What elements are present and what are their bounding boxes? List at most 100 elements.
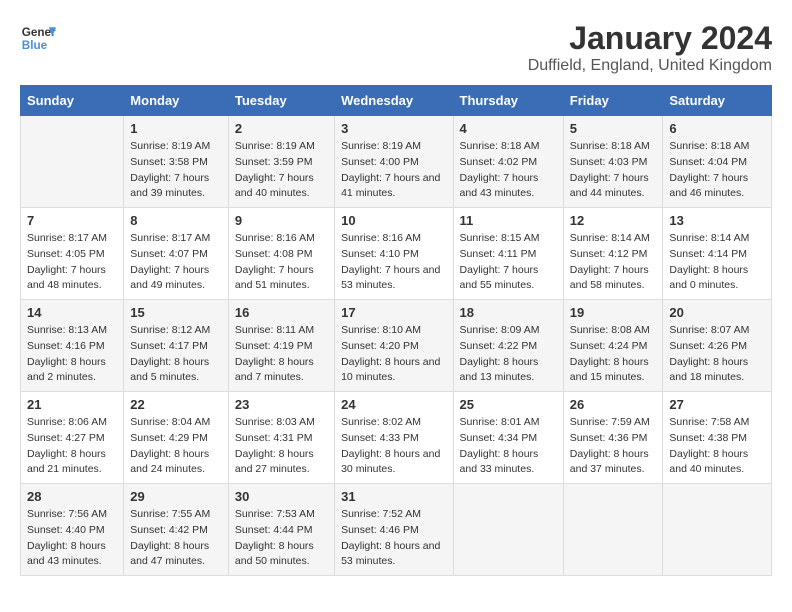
- calendar-cell: 7 Sunrise: 8:17 AMSunset: 4:05 PMDaylight…: [21, 208, 124, 300]
- calendar-cell: 20 Sunrise: 8:07 AMSunset: 4:26 PMDayligh…: [663, 300, 772, 392]
- page-header: General Blue January 2024 Duffield, Engl…: [20, 20, 772, 75]
- weekday-header-sunday: Sunday: [21, 86, 124, 116]
- day-info: Sunrise: 8:18 AMSunset: 4:04 PMDaylight:…: [669, 139, 765, 202]
- day-info: Sunrise: 8:17 AMSunset: 4:07 PMDaylight:…: [130, 231, 222, 294]
- day-number: 26: [570, 397, 657, 412]
- day-info: Sunrise: 8:16 AMSunset: 4:08 PMDaylight:…: [235, 231, 328, 294]
- day-info: Sunrise: 8:18 AMSunset: 4:03 PMDaylight:…: [570, 139, 657, 202]
- day-info: Sunrise: 8:14 AMSunset: 4:12 PMDaylight:…: [570, 231, 657, 294]
- calendar-cell: 10 Sunrise: 8:16 AMSunset: 4:10 PMDayligh…: [335, 208, 453, 300]
- day-number: 7: [27, 213, 117, 228]
- day-number: 10: [341, 213, 446, 228]
- calendar-cell: 5 Sunrise: 8:18 AMSunset: 4:03 PMDaylight…: [563, 116, 663, 208]
- day-info: Sunrise: 8:01 AMSunset: 4:34 PMDaylight:…: [460, 415, 557, 478]
- day-number: 9: [235, 213, 328, 228]
- day-info: Sunrise: 8:03 AMSunset: 4:31 PMDaylight:…: [235, 415, 328, 478]
- day-info: Sunrise: 8:02 AMSunset: 4:33 PMDaylight:…: [341, 415, 446, 478]
- calendar-cell: 31 Sunrise: 7:52 AMSunset: 4:46 PMDayligh…: [335, 484, 453, 576]
- day-number: 16: [235, 305, 328, 320]
- calendar-week-row: 28Sunrise: 7:56 AMSunset: 4:40 PMDayligh…: [21, 484, 772, 576]
- day-info: Sunrise: 8:17 AMSunset: 4:05 PMDaylight:…: [27, 231, 117, 294]
- calendar-cell: 8Sunrise: 8:17 AMSunset: 4:07 PMDaylight…: [124, 208, 229, 300]
- logo-icon: General Blue: [20, 20, 56, 56]
- logo: General Blue: [20, 20, 56, 56]
- day-number: 5: [570, 121, 657, 136]
- calendar-cell: 13Sunrise: 8:14 AMSunset: 4:14 PMDayligh…: [663, 208, 772, 300]
- weekday-header-thursday: Thursday: [453, 86, 563, 116]
- calendar-cell: 1Sunrise: 8:19 AMSunset: 3:58 PMDaylight…: [124, 116, 229, 208]
- day-info: Sunrise: 8:19 AMSunset: 3:59 PMDaylight:…: [235, 139, 328, 202]
- calendar-week-row: 7 Sunrise: 8:17 AMSunset: 4:05 PMDaylight…: [21, 208, 772, 300]
- svg-text:Blue: Blue: [22, 39, 48, 52]
- day-number: 2: [235, 121, 328, 136]
- calendar-cell: 24 Sunrise: 8:02 AMSunset: 4:33 PMDayligh…: [335, 392, 453, 484]
- weekday-header-wednesday: Wednesday: [335, 86, 453, 116]
- calendar-cell: 2 Sunrise: 8:19 AMSunset: 3:59 PMDaylight…: [228, 116, 334, 208]
- day-number: 28: [27, 489, 117, 504]
- day-number: 21: [27, 397, 117, 412]
- calendar-cell: 21Sunrise: 8:06 AMSunset: 4:27 PMDayligh…: [21, 392, 124, 484]
- day-number: 30: [235, 489, 328, 504]
- day-number: 13: [669, 213, 765, 228]
- day-info: Sunrise: 8:11 AMSunset: 4:19 PMDaylight:…: [235, 323, 328, 386]
- day-info: Sunrise: 8:12 AMSunset: 4:17 PMDaylight:…: [130, 323, 222, 386]
- day-info: Sunrise: 8:19 AMSunset: 4:00 PMDaylight:…: [341, 139, 446, 202]
- day-number: 6: [669, 121, 765, 136]
- calendar-cell: [563, 484, 663, 576]
- day-info: Sunrise: 8:13 AMSunset: 4:16 PMDaylight:…: [27, 323, 117, 386]
- calendar-cell: 18 Sunrise: 8:09 AMSunset: 4:22 PMDayligh…: [453, 300, 563, 392]
- day-number: 4: [460, 121, 557, 136]
- day-info: Sunrise: 7:52 AMSunset: 4:46 PMDaylight:…: [341, 507, 446, 570]
- day-number: 31: [341, 489, 446, 504]
- day-info: Sunrise: 8:09 AMSunset: 4:22 PMDaylight:…: [460, 323, 557, 386]
- location: Duffield, England, United Kingdom: [528, 57, 772, 75]
- calendar-cell: 17 Sunrise: 8:10 AMSunset: 4:20 PMDayligh…: [335, 300, 453, 392]
- day-info: Sunrise: 8:18 AMSunset: 4:02 PMDaylight:…: [460, 139, 557, 202]
- calendar-week-row: 1Sunrise: 8:19 AMSunset: 3:58 PMDaylight…: [21, 116, 772, 208]
- weekday-header-saturday: Saturday: [663, 86, 772, 116]
- day-number: 11: [460, 213, 557, 228]
- day-info: Sunrise: 8:16 AMSunset: 4:10 PMDaylight:…: [341, 231, 446, 294]
- calendar-cell: 26 Sunrise: 7:59 AMSunset: 4:36 PMDayligh…: [563, 392, 663, 484]
- month-title: January 2024: [528, 20, 772, 57]
- day-info: Sunrise: 8:15 AMSunset: 4:11 PMDaylight:…: [460, 231, 557, 294]
- day-number: 20: [669, 305, 765, 320]
- day-info: Sunrise: 8:08 AMSunset: 4:24 PMDaylight:…: [570, 323, 657, 386]
- calendar-cell: [663, 484, 772, 576]
- day-number: 17: [341, 305, 446, 320]
- calendar-cell: 6 Sunrise: 8:18 AMSunset: 4:04 PMDaylight…: [663, 116, 772, 208]
- calendar-table: SundayMondayTuesdayWednesdayThursdayFrid…: [20, 85, 772, 576]
- day-number: 15: [130, 305, 222, 320]
- calendar-cell: 19 Sunrise: 8:08 AMSunset: 4:24 PMDayligh…: [563, 300, 663, 392]
- day-number: 29: [130, 489, 222, 504]
- day-number: 24: [341, 397, 446, 412]
- calendar-cell: 28Sunrise: 7:56 AMSunset: 4:40 PMDayligh…: [21, 484, 124, 576]
- day-info: Sunrise: 8:07 AMSunset: 4:26 PMDaylight:…: [669, 323, 765, 386]
- calendar-cell: 11 Sunrise: 8:15 AMSunset: 4:11 PMDayligh…: [453, 208, 563, 300]
- calendar-cell: 22 Sunrise: 8:04 AMSunset: 4:29 PMDayligh…: [124, 392, 229, 484]
- calendar-cell: 23 Sunrise: 8:03 AMSunset: 4:31 PMDayligh…: [228, 392, 334, 484]
- day-info: Sunrise: 8:19 AMSunset: 3:58 PMDaylight:…: [130, 139, 222, 202]
- calendar-cell: 16 Sunrise: 8:11 AMSunset: 4:19 PMDayligh…: [228, 300, 334, 392]
- weekday-header-friday: Friday: [563, 86, 663, 116]
- calendar-week-row: 21Sunrise: 8:06 AMSunset: 4:27 PMDayligh…: [21, 392, 772, 484]
- calendar-cell: 3Sunrise: 8:19 AMSunset: 4:00 PMDaylight…: [335, 116, 453, 208]
- day-number: 12: [570, 213, 657, 228]
- calendar-cell: 4 Sunrise: 8:18 AMSunset: 4:02 PMDaylight…: [453, 116, 563, 208]
- day-number: 23: [235, 397, 328, 412]
- calendar-cell: 29 Sunrise: 7:55 AMSunset: 4:42 PMDayligh…: [124, 484, 229, 576]
- day-info: Sunrise: 8:04 AMSunset: 4:29 PMDaylight:…: [130, 415, 222, 478]
- calendar-cell: 14Sunrise: 8:13 AMSunset: 4:16 PMDayligh…: [21, 300, 124, 392]
- day-number: 18: [460, 305, 557, 320]
- calendar-week-row: 14Sunrise: 8:13 AMSunset: 4:16 PMDayligh…: [21, 300, 772, 392]
- day-info: Sunrise: 8:10 AMSunset: 4:20 PMDaylight:…: [341, 323, 446, 386]
- day-number: 25: [460, 397, 557, 412]
- day-number: 19: [570, 305, 657, 320]
- day-number: 22: [130, 397, 222, 412]
- calendar-cell: 9 Sunrise: 8:16 AMSunset: 4:08 PMDaylight…: [228, 208, 334, 300]
- calendar-cell: 27Sunrise: 7:58 AMSunset: 4:38 PMDayligh…: [663, 392, 772, 484]
- calendar-cell: 15 Sunrise: 8:12 AMSunset: 4:17 PMDayligh…: [124, 300, 229, 392]
- weekday-header-row: SundayMondayTuesdayWednesdayThursdayFrid…: [21, 86, 772, 116]
- day-info: Sunrise: 7:59 AMSunset: 4:36 PMDaylight:…: [570, 415, 657, 478]
- day-info: Sunrise: 7:55 AMSunset: 4:42 PMDaylight:…: [130, 507, 222, 570]
